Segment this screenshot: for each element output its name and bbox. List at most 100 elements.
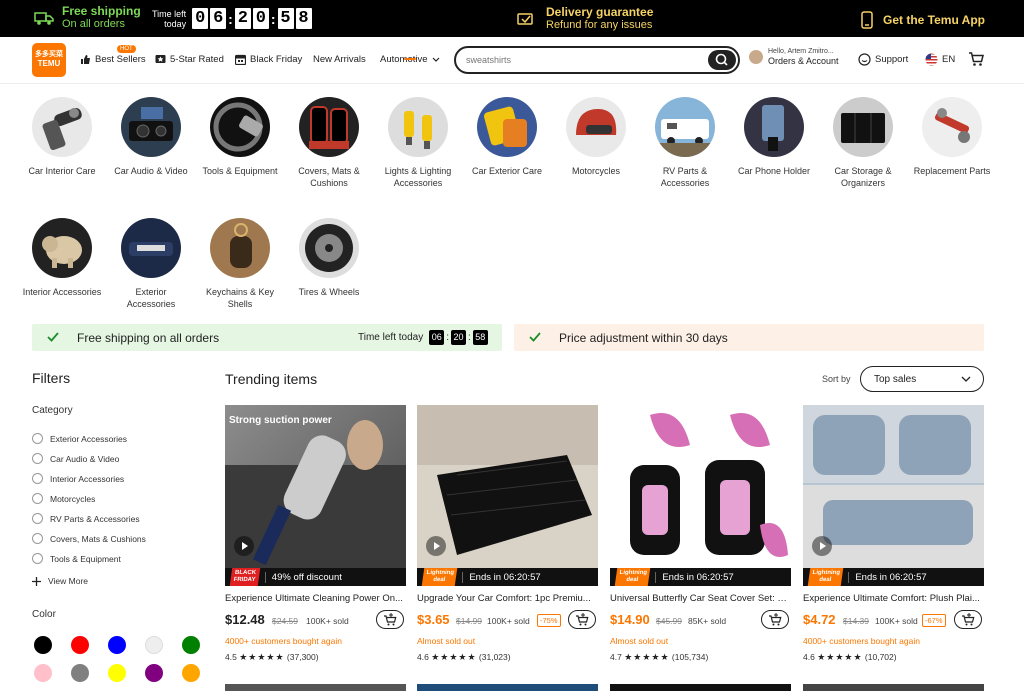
shipping-line2: On all orders (62, 18, 125, 30)
category-car-interior-care[interactable]: Car Interior Care (22, 97, 102, 177)
category-label: Car Exterior Care (471, 166, 543, 176)
product-image[interactable]: Lightning deal Ends in 06:20:57 (610, 405, 791, 586)
filters-title: Filters (32, 370, 71, 386)
trending-title: Trending items (225, 371, 318, 387)
radio-button[interactable] (32, 493, 43, 504)
nav-new-arrivals[interactable]: New Arrivals (313, 54, 366, 65)
color-swatch[interactable] (108, 664, 126, 682)
product-price: $14.90 (610, 612, 650, 627)
cart-button[interactable] (968, 52, 984, 72)
filter-option[interactable]: Interior Accessories (32, 473, 124, 484)
product-title[interactable]: Experience Ultimate Comfort: Plush Plai.… (803, 593, 984, 604)
play-video-icon[interactable] (812, 536, 832, 556)
color-swatch[interactable] (34, 636, 52, 654)
star-badge-icon (155, 55, 166, 63)
category-tools-equipment[interactable]: Tools & Equipment (200, 97, 280, 177)
product-image[interactable]: Strong suction power BLACK FRIDAY 49% off… (225, 405, 406, 586)
color-swatch[interactable] (71, 664, 89, 682)
add-to-cart-button[interactable] (568, 610, 596, 629)
sold-count: 100K+ sold (306, 616, 349, 626)
delivery-line2: Refund for any issues (546, 19, 653, 31)
chevron-down-icon (432, 57, 439, 62)
product-card[interactable]: Lightning deal Ends in 06:20:57 Experienc… (803, 405, 984, 691)
rating: 4.5 ★★★★★ (37,300) (225, 652, 319, 662)
product-title[interactable]: Universal Butterfly Car Seat Cover Set: … (610, 593, 791, 604)
category-label: Tires & Wheels (298, 287, 360, 297)
language-selector[interactable]: EN (925, 53, 955, 66)
timer-digit: 2 (234, 8, 251, 29)
filter-option-label: Exterior Accessories (50, 433, 127, 444)
view-more-button[interactable]: View More (32, 576, 88, 586)
product-price: $12.48 (225, 612, 265, 627)
radio-button[interactable] (32, 453, 43, 464)
category-lights[interactable]: Lights & Lighting Accessories (378, 97, 458, 189)
color-swatch[interactable] (145, 636, 163, 654)
product-title[interactable]: Upgrade Your Car Comfort: 1pc Premiu... (417, 593, 598, 604)
account-menu[interactable]: Hello, Artem Zmitro... Orders & Account (749, 47, 839, 67)
radio-button[interactable] (32, 473, 43, 484)
color-swatch[interactable] (34, 664, 52, 682)
category-covers-mats[interactable]: Covers, Mats & Cushions (289, 97, 369, 189)
product-card[interactable]: Lightning deal Ends in 06:20:57 Upgrade Y… (417, 405, 598, 691)
filter-option[interactable]: RV Parts & Accessories (32, 513, 140, 524)
category-label: Interior Accessories (22, 287, 102, 297)
discount-badge: -75% (537, 614, 561, 627)
category-image (655, 97, 715, 157)
nav-five-star[interactable]: 5-Star Rated (155, 54, 224, 65)
radio-button[interactable] (32, 553, 43, 564)
product-image[interactable]: Lightning deal Ends in 06:20:57 (417, 405, 598, 586)
color-swatch[interactable] (182, 636, 200, 654)
original-price: $24.59 (272, 616, 298, 626)
filter-option[interactable]: Motorcycles (32, 493, 95, 504)
product-card[interactable]: Lightning deal Ends in 06:20:57 Universal… (610, 405, 791, 691)
nav-best-sellers[interactable]: Best Sellers (80, 54, 146, 65)
category-motorcycles[interactable]: Motorcycles (556, 97, 636, 177)
delivery-guarantee-banner[interactable]: Delivery guarantee Refund for any issues (517, 6, 653, 32)
radio-button[interactable] (32, 513, 43, 524)
product-title[interactable]: Experience Ultimate Cleaning Power On... (225, 593, 406, 604)
category-storage-organizers[interactable]: Car Storage & Organizers (823, 97, 903, 189)
play-video-icon[interactable] (234, 536, 254, 556)
filter-option[interactable]: Car Audio & Video (32, 453, 119, 464)
add-to-cart-button[interactable] (954, 610, 982, 629)
search-button[interactable] (708, 50, 736, 70)
support-link[interactable]: Support (858, 53, 908, 66)
category-replacement-parts[interactable]: Replacement Parts (912, 97, 992, 177)
calendar-icon (235, 54, 246, 65)
radio-button[interactable] (32, 433, 43, 444)
divider (655, 571, 657, 583)
product-card[interactable]: Strong suction power BLACK FRIDAY 49% off… (225, 405, 406, 691)
category-exterior-accessories[interactable]: Exterior Accessories (111, 218, 191, 310)
temu-logo[interactable]: 多多买菜 TEMU (32, 43, 66, 77)
category-car-exterior-care[interactable]: Car Exterior Care (467, 97, 547, 177)
nav-black-friday[interactable]: Black Friday (235, 54, 302, 65)
filter-option[interactable]: Exterior Accessories (32, 433, 127, 444)
color-swatch[interactable] (108, 636, 126, 654)
category-interior-accessories[interactable]: Interior Accessories (22, 218, 102, 298)
category-tires-wheels[interactable]: Tires & Wheels (289, 218, 369, 298)
free-shipping-strip: Free shipping on all orders Time left to… (32, 324, 502, 351)
deal-bar: Lightning deal Ends in 06:20:57 (417, 568, 598, 586)
add-to-cart-button[interactable] (761, 610, 789, 629)
product-image[interactable]: Lightning deal Ends in 06:20:57 (803, 405, 984, 586)
filter-option[interactable]: Covers, Mats & Cushions (32, 533, 146, 544)
play-video-icon[interactable] (426, 536, 446, 556)
search-input[interactable] (466, 53, 696, 67)
filter-option-label: Car Audio & Video (50, 453, 120, 464)
timer-colon: : (468, 332, 471, 343)
color-swatch[interactable] (71, 636, 89, 654)
free-shipping-banner[interactable]: Free shipping On all orders (34, 5, 141, 31)
category-car-audio-video[interactable]: Car Audio & Video (111, 97, 191, 177)
promo-topbar: Free shipping On all orders Time left tod… (0, 0, 1024, 37)
category-rv-parts[interactable]: RV Parts & Accessories (645, 97, 725, 189)
category-keychains[interactable]: Keychains & Key Shells (200, 218, 280, 310)
get-app-link[interactable]: Get the Temu App (861, 11, 985, 29)
color-swatch[interactable] (145, 664, 163, 682)
shipping-line1: Free shipping (62, 4, 141, 18)
add-to-cart-button[interactable] (376, 610, 404, 629)
category-phone-holder[interactable]: Car Phone Holder (734, 97, 814, 177)
color-swatch[interactable] (182, 664, 200, 682)
filter-option[interactable]: Tools & Equipment (32, 553, 121, 564)
sort-select[interactable]: Top sales (860, 366, 984, 392)
radio-button[interactable] (32, 533, 43, 544)
